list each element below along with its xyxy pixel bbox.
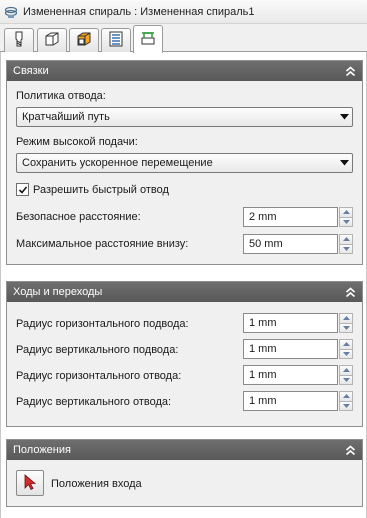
vert-lead-in-spinner[interactable]: 1 mm	[243, 339, 353, 359]
linking-panel-header[interactable]: Связки	[7, 61, 362, 81]
collapse-chevron-icon[interactable]	[344, 444, 356, 456]
safe-distance-spinner[interactable]: 2 mm	[243, 207, 353, 227]
vert-lead-out-spinner[interactable]: 1 mm	[243, 391, 353, 411]
horiz-lead-out-spinner[interactable]: 1 mm	[243, 365, 353, 385]
title-bar: Измененная спираль : Измененная спираль1	[0, 0, 367, 24]
heights-icon	[75, 30, 93, 51]
max-down-label: Максимальное расстояние внизу:	[16, 238, 189, 250]
spin-down-button[interactable]	[339, 401, 353, 411]
passes-icon	[107, 30, 125, 51]
spin-down-button[interactable]	[339, 323, 353, 333]
tool-icon	[10, 30, 28, 51]
tab-linking[interactable]	[133, 25, 163, 53]
shape-icon	[43, 30, 61, 51]
leads-panel-title: Ходы и переходы	[13, 286, 103, 298]
safe-distance-label: Безопасное расстояние:	[16, 211, 141, 223]
tab-tool[interactable]	[4, 28, 34, 52]
fast-retract-label: Разрешить быстрый отвод	[33, 183, 169, 196]
retract-policy-label: Политика отвода:	[16, 90, 106, 102]
vert-lead-out-input[interactable]: 1 mm	[243, 391, 338, 411]
horiz-lead-out-input[interactable]: 1 mm	[243, 365, 338, 385]
linking-panel-title: Связки	[13, 65, 49, 77]
entry-positions-label: Положения входа	[51, 478, 142, 490]
select-arrow-icon	[22, 473, 38, 494]
retract-policy-value: Кратчайший путь	[22, 111, 110, 123]
spin-up-button[interactable]	[339, 391, 353, 402]
max-down-input[interactable]: 50 mm	[243, 234, 338, 254]
horiz-lead-in-input[interactable]: 1 mm	[243, 313, 338, 333]
vert-lead-out-label: Радиус вертикального отвода:	[16, 396, 172, 408]
tab-heights[interactable]	[69, 28, 99, 52]
leads-panel: Ходы и переходы Радиус горизонтального п…	[6, 281, 363, 427]
spin-up-button[interactable]	[339, 365, 353, 376]
positions-panel-header[interactable]: Положения	[7, 440, 362, 460]
spin-down-button[interactable]	[339, 217, 353, 227]
high-feed-select[interactable]: Сохранить ускоренное перемещение	[16, 153, 353, 173]
spin-down-button[interactable]	[339, 244, 353, 254]
linking-icon	[139, 29, 157, 50]
tab-strip	[0, 24, 367, 53]
fast-retract-checkbox[interactable]	[16, 183, 29, 196]
collapse-chevron-icon[interactable]	[344, 286, 356, 298]
retract-policy-select[interactable]: Кратчайший путь	[16, 107, 353, 127]
linking-panel: Связки Политика отвода: Кратчайший путь …	[6, 60, 363, 265]
horiz-lead-in-label: Радиус горизонтального подвода:	[16, 318, 189, 330]
spin-up-button[interactable]	[339, 313, 353, 324]
window-title: Измененная спираль : Измененная спираль1	[23, 5, 255, 18]
leads-panel-header[interactable]: Ходы и переходы	[7, 282, 362, 302]
tab-content: Связки Политика отвода: Кратчайший путь …	[0, 52, 367, 518]
high-feed-value: Сохранить ускоренное перемещение	[22, 157, 213, 169]
tab-passes[interactable]	[101, 28, 131, 52]
vert-lead-in-input[interactable]: 1 mm	[243, 339, 338, 359]
positions-panel: Положения Положения входа	[6, 439, 363, 507]
tab-shape[interactable]	[37, 28, 67, 52]
spin-down-button[interactable]	[339, 375, 353, 385]
horiz-lead-out-label: Радиус горизонтального отвода:	[16, 370, 182, 382]
spiral-feature-icon	[4, 5, 18, 19]
dropdown-arrow-icon	[336, 154, 352, 172]
collapse-chevron-icon[interactable]	[344, 65, 356, 77]
high-feed-label: Режим высокой подачи:	[16, 136, 138, 148]
fast-retract-row[interactable]: Разрешить быстрый отвод	[16, 183, 169, 196]
spin-up-button[interactable]	[339, 234, 353, 245]
positions-panel-title: Положения	[13, 444, 71, 456]
spin-down-button[interactable]	[339, 349, 353, 359]
spin-up-button[interactable]	[339, 207, 353, 218]
dropdown-arrow-icon	[336, 108, 352, 126]
vert-lead-in-label: Радиус вертикального подвода:	[16, 344, 179, 356]
safe-distance-input[interactable]: 2 mm	[243, 207, 338, 227]
spin-up-button[interactable]	[339, 339, 353, 350]
max-down-spinner[interactable]: 50 mm	[243, 234, 353, 254]
horiz-lead-in-spinner[interactable]: 1 mm	[243, 313, 353, 333]
entry-positions-button[interactable]	[16, 470, 44, 496]
